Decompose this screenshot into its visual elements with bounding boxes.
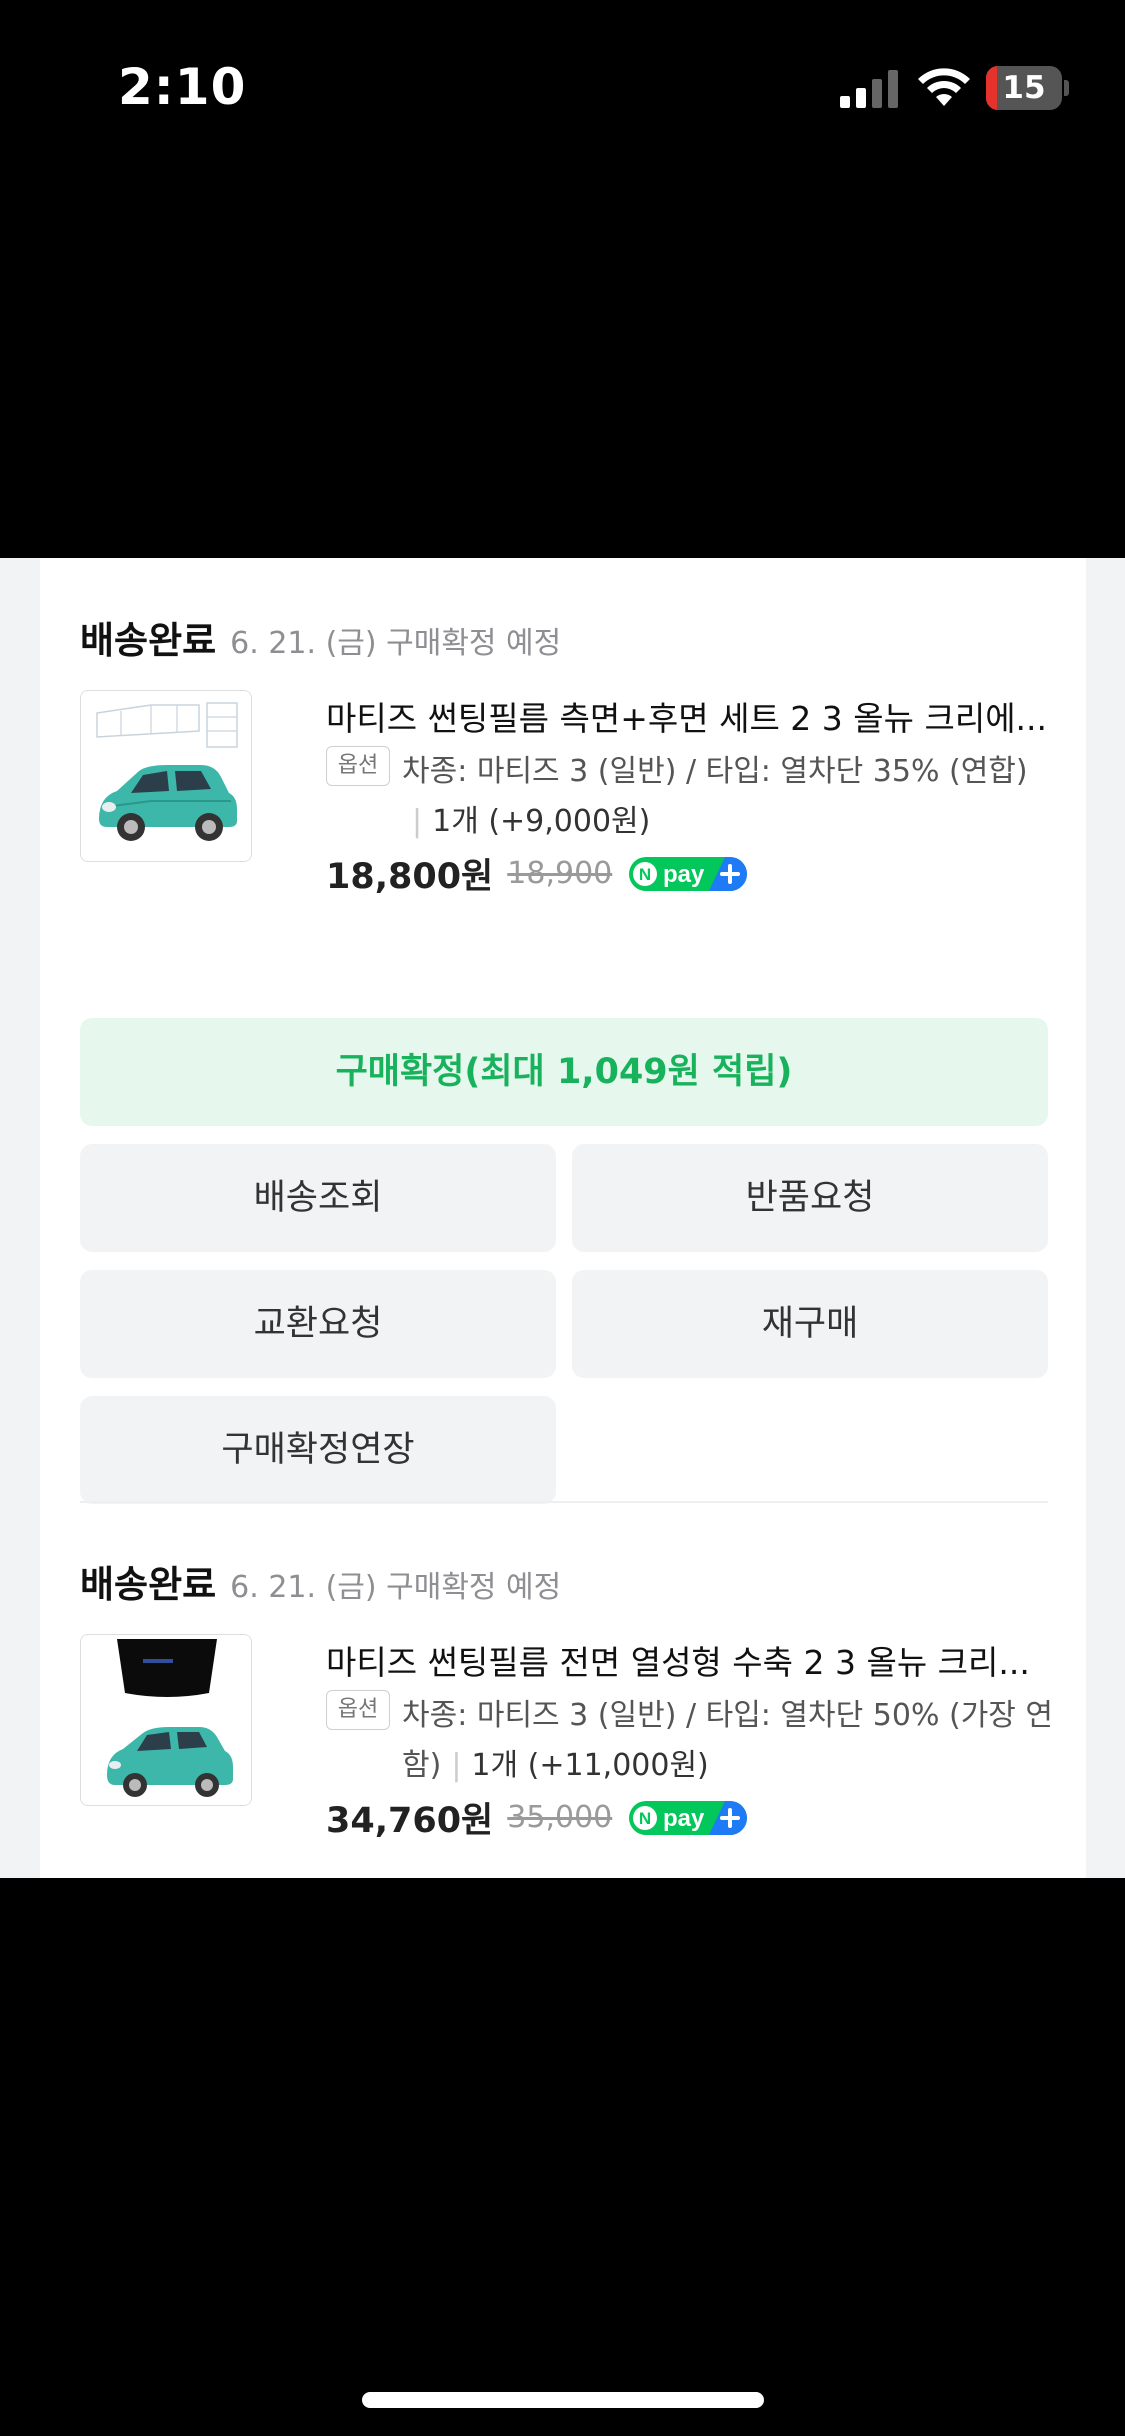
npay-plus-icon: N pay (629, 1800, 748, 1835)
cellular-signal-icon (840, 70, 898, 108)
order-divider (80, 1501, 1048, 1503)
battery-level: 15 (1002, 70, 1046, 106)
home-indicator[interactable] (362, 2392, 764, 2408)
purchase-confirm-button[interactable]: 구매확정(최대 1,049원 적립) (80, 1018, 1048, 1126)
confirm-date-note: 6. 21. (금) 구매확정 예정 (230, 626, 562, 661)
order-header: 배송완료 6. 21. (금) 구매확정 예정 (80, 1554, 562, 1606)
option-badge: 옵션 (326, 1690, 390, 1730)
status-bar: 2:10 15 (0, 0, 1125, 180)
order-item: 배송완료 6. 21. (금) 구매확정 예정 마티즈 썬팅필름 측면+후면 세… (80, 610, 1050, 1504)
npay-plus-icon: N pay (629, 856, 748, 891)
npay-label: pay (663, 1805, 705, 1832)
confirm-date-note: 6. 21. (금) 구매확정 예정 (230, 1570, 562, 1605)
extend-confirm-button[interactable]: 구매확정연장 (80, 1396, 556, 1504)
order-card: 배송완료 6. 21. (금) 구매확정 예정 마티즈 썬팅필름 측면+후면 세… (40, 558, 1086, 1878)
product-thumbnail[interactable] (80, 1634, 252, 1806)
original-price: 18,900 (507, 856, 613, 891)
status-time: 2:10 (118, 58, 247, 116)
quantity: 1개 (+9,000원) (432, 804, 651, 839)
delivery-status: 배송완료 (80, 1563, 217, 1606)
exchange-request-button[interactable]: 교환요청 (80, 1270, 556, 1378)
return-request-button[interactable]: 반품요청 (572, 1144, 1048, 1252)
option-detail: 차종: 마티즈 3 (일반) / 타입: 열차단 50% (가장 연 (402, 1698, 1054, 1733)
sale-price: 18,800원 (326, 857, 494, 897)
rebuy-button[interactable]: 재구매 (572, 1270, 1048, 1378)
separator: | (412, 804, 423, 839)
price-row: 34,760원 35,000 N pay (326, 1792, 748, 1842)
battery-icon: 15 (986, 66, 1069, 110)
separator: | (451, 1748, 462, 1783)
option-quantity-line: 함) | 1개 (+11,000원) (402, 1740, 709, 1784)
original-price: 35,000 (507, 1800, 613, 1835)
option-quantity-line: | 1개 (+9,000원) (402, 796, 650, 840)
svg-text:N: N (639, 1809, 651, 1828)
delivery-status: 배송완료 (80, 619, 217, 662)
option-detail: 차종: 마티즈 3 (일반) / 타입: 열차단 35% (연합) (402, 754, 1028, 789)
wifi-icon (918, 68, 970, 106)
order-header: 배송완료 6. 21. (금) 구매확정 예정 (80, 610, 562, 662)
product-title[interactable]: 마티즈 썬팅필름 측면+후면 세트 2 3 올뉴 크리에... (326, 692, 1050, 740)
quantity: 1개 (+11,000원) (471, 1748, 709, 1783)
product-title[interactable]: 마티즈 썬팅필름 전면 열성형 수축 2 3 올뉴 크리... (326, 1636, 1050, 1684)
car-side-film-image (81, 691, 251, 861)
product-thumbnail[interactable] (80, 690, 252, 862)
svg-text:N: N (639, 865, 651, 884)
order-item: 배송완료 6. 21. (금) 구매확정 예정 마티즈 썬팅필름 전면 열성형 … (80, 1554, 1053, 1874)
sale-price: 34,760원 (326, 1801, 494, 1841)
track-delivery-button[interactable]: 배송조회 (80, 1144, 556, 1252)
price-row: 18,800원 18,900 N pay (326, 848, 748, 898)
option-badge: 옵션 (326, 746, 390, 786)
option-detail-continued: 함) (402, 1748, 442, 1783)
order-list-page: 배송완료 6. 21. (금) 구매확정 예정 마티즈 썬팅필름 측면+후면 세… (0, 558, 1125, 1878)
npay-label: pay (663, 861, 705, 888)
car-windshield-film-image (81, 1635, 251, 1805)
